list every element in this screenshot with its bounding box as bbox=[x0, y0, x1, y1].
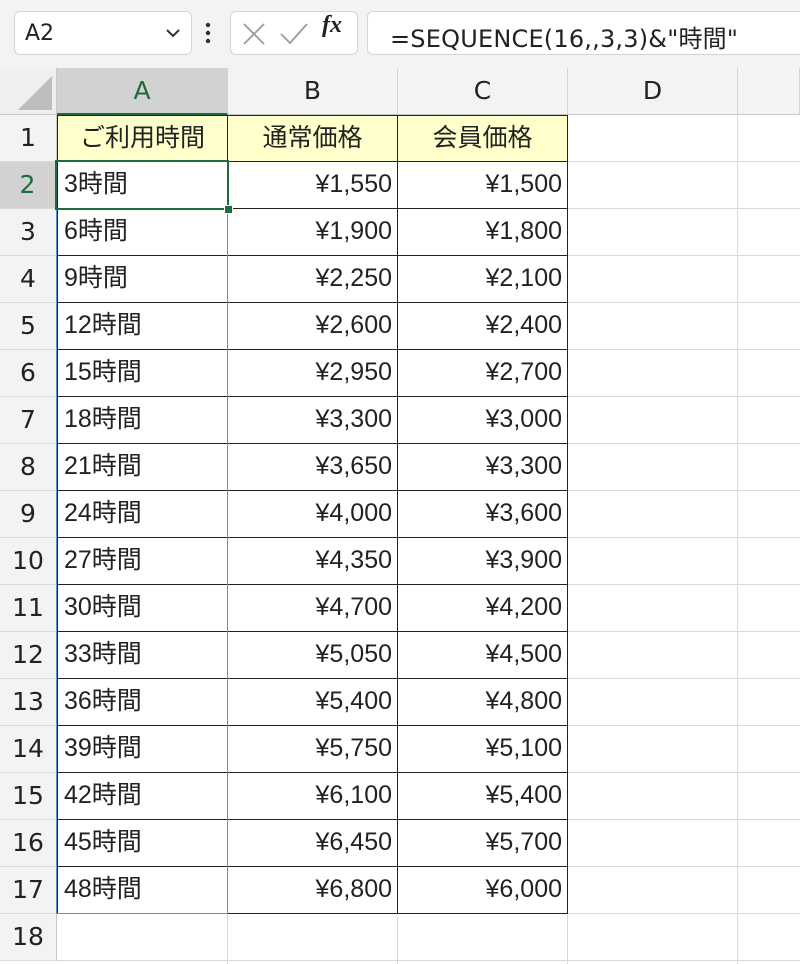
vertical-ellipsis-icon[interactable] bbox=[203, 22, 213, 46]
cell-c7[interactable]: ¥3,000 bbox=[398, 397, 568, 444]
cell-a16[interactable]: 45時間 bbox=[57, 820, 228, 867]
row-header-14[interactable]: 14 bbox=[0, 726, 57, 773]
cell-c11[interactable]: ¥4,200 bbox=[398, 585, 568, 632]
formula-bar: A2 fx =SEQUENCE(16,,3,3)&"時間" bbox=[0, 0, 800, 68]
checkmark-icon[interactable] bbox=[279, 21, 309, 47]
row-header-1[interactable]: 1 bbox=[0, 115, 57, 162]
row-header-17[interactable]: 17 bbox=[0, 867, 57, 914]
row-header-8[interactable]: 8 bbox=[0, 444, 57, 491]
cell-a5[interactable]: 12時間 bbox=[57, 303, 228, 350]
cell-a13[interactable]: 36時間 bbox=[57, 679, 228, 726]
cell-b15[interactable]: ¥6,100 bbox=[228, 773, 398, 820]
cell-c9[interactable]: ¥3,600 bbox=[398, 491, 568, 538]
row-header-11[interactable]: 11 bbox=[0, 585, 57, 632]
chevron-down-icon[interactable] bbox=[163, 23, 183, 43]
cell-b9[interactable]: ¥4,000 bbox=[228, 491, 398, 538]
row-header-12[interactable]: 12 bbox=[0, 632, 57, 679]
cell-c3[interactable]: ¥1,800 bbox=[398, 209, 568, 256]
insert-function-button[interactable]: fx bbox=[322, 12, 342, 39]
fill-handle[interactable] bbox=[224, 205, 233, 214]
cell-a4[interactable]: 9時間 bbox=[57, 256, 228, 303]
cell-a7[interactable]: 18時間 bbox=[57, 397, 228, 444]
cell-a3[interactable]: 6時間 bbox=[57, 209, 228, 256]
cell-a14[interactable]: 39時間 bbox=[57, 726, 228, 773]
row-header-13[interactable]: 13 bbox=[0, 679, 57, 726]
worksheet-grid: A B C D 1 2 3 4 5 6 7 8 9 10 11 12 13 14 15 16 17 18 ご利用時間 通常価格… bbox=[0, 68, 800, 964]
cell-c14[interactable]: ¥5,100 bbox=[398, 726, 568, 773]
name-box-value[interactable]: A2 bbox=[25, 21, 54, 46]
cell-b13[interactable]: ¥5,400 bbox=[228, 679, 398, 726]
cell-a9[interactable]: 24時間 bbox=[57, 491, 228, 538]
row-header-4[interactable]: 4 bbox=[0, 256, 57, 303]
row-header-9[interactable]: 9 bbox=[0, 491, 57, 538]
cell-b6[interactable]: ¥2,950 bbox=[228, 350, 398, 397]
cell-a17[interactable]: 48時間 bbox=[57, 867, 228, 914]
header-cell-a[interactable]: ご利用時間 bbox=[57, 115, 228, 162]
row-header-7[interactable]: 7 bbox=[0, 397, 57, 444]
cell-c5[interactable]: ¥2,400 bbox=[398, 303, 568, 350]
row-header-16[interactable]: 16 bbox=[0, 820, 57, 867]
cell-c2[interactable]: ¥1,500 bbox=[398, 162, 568, 209]
cell-c6[interactable]: ¥2,700 bbox=[398, 350, 568, 397]
cell-b5[interactable]: ¥2,600 bbox=[228, 303, 398, 350]
cell-a15[interactable]: 42時間 bbox=[57, 773, 228, 820]
row-header-15[interactable]: 15 bbox=[0, 773, 57, 820]
cell-c4[interactable]: ¥2,100 bbox=[398, 256, 568, 303]
cell-b7[interactable]: ¥3,300 bbox=[228, 397, 398, 444]
cell-b11[interactable]: ¥4,700 bbox=[228, 585, 398, 632]
column-header-a[interactable]: A bbox=[57, 68, 228, 115]
row-header-10[interactable]: 10 bbox=[0, 538, 57, 585]
select-all-button[interactable] bbox=[0, 68, 57, 115]
cell-b4[interactable]: ¥2,250 bbox=[228, 256, 398, 303]
column-header-next[interactable] bbox=[738, 68, 800, 115]
cell-a12[interactable]: 33時間 bbox=[57, 632, 228, 679]
header-cell-c[interactable]: 会員価格 bbox=[398, 115, 568, 162]
cell-b2[interactable]: ¥1,550 bbox=[228, 162, 398, 209]
cell-b8[interactable]: ¥3,650 bbox=[228, 444, 398, 491]
cell-c17[interactable]: ¥6,000 bbox=[398, 867, 568, 914]
cell-c15[interactable]: ¥5,400 bbox=[398, 773, 568, 820]
cell-b12[interactable]: ¥5,050 bbox=[228, 632, 398, 679]
cell-a11[interactable]: 30時間 bbox=[57, 585, 228, 632]
row-header-18[interactable]: 18 bbox=[0, 914, 57, 961]
cell-b10[interactable]: ¥4,350 bbox=[228, 538, 398, 585]
cell-c12[interactable]: ¥4,500 bbox=[398, 632, 568, 679]
gridline-h bbox=[57, 960, 800, 961]
column-header-d[interactable]: D bbox=[568, 68, 738, 115]
cell-c16[interactable]: ¥5,700 bbox=[398, 820, 568, 867]
row-header-2[interactable]: 2 bbox=[0, 162, 57, 209]
header-cell-b[interactable]: 通常価格 bbox=[228, 115, 398, 162]
close-icon[interactable] bbox=[241, 21, 267, 47]
row-header-3[interactable]: 3 bbox=[0, 209, 57, 256]
formula-text[interactable]: =SEQUENCE(16,,3,3)&"時間" bbox=[390, 19, 738, 54]
name-box[interactable]: A2 bbox=[14, 11, 192, 55]
cell-c8[interactable]: ¥3,300 bbox=[398, 444, 568, 491]
cell-b14[interactable]: ¥5,750 bbox=[228, 726, 398, 773]
cell-a10[interactable]: 27時間 bbox=[57, 538, 228, 585]
column-header-c[interactable]: C bbox=[398, 68, 568, 115]
row-header-6[interactable]: 6 bbox=[0, 350, 57, 397]
column-header-b[interactable]: B bbox=[228, 68, 398, 115]
gridline-v bbox=[737, 115, 738, 964]
cell-a6[interactable]: 15時間 bbox=[57, 350, 228, 397]
cell-b3[interactable]: ¥1,900 bbox=[228, 209, 398, 256]
cell-b16[interactable]: ¥6,450 bbox=[228, 820, 398, 867]
cell-a2[interactable]: 3時間 bbox=[57, 162, 228, 209]
row-header-5[interactable]: 5 bbox=[0, 303, 57, 350]
cell-b17[interactable]: ¥6,800 bbox=[228, 867, 398, 914]
cell-c13[interactable]: ¥4,800 bbox=[398, 679, 568, 726]
cell-c10[interactable]: ¥3,900 bbox=[398, 538, 568, 585]
formula-input[interactable]: =SEQUENCE(16,,3,3)&"時間" bbox=[367, 11, 800, 55]
cell-a8[interactable]: 21時間 bbox=[57, 444, 228, 491]
